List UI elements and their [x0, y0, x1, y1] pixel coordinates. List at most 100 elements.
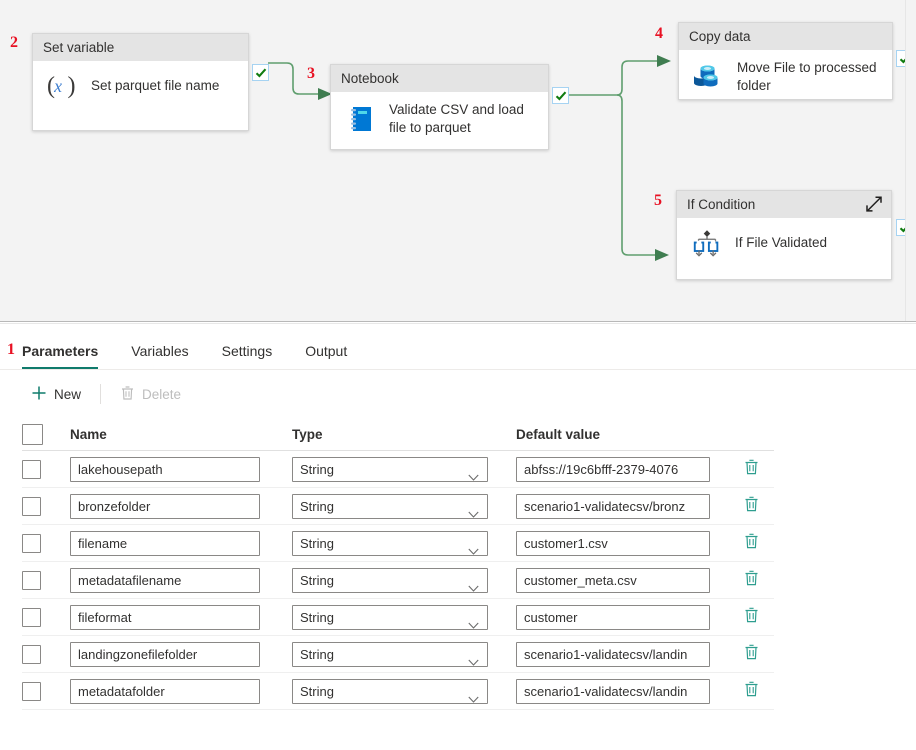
- set-variable-icon: ( x ): [47, 70, 79, 102]
- row-select-checkbox[interactable]: [22, 459, 41, 479]
- copy-data-icon: [693, 61, 725, 93]
- parameter-type-cell: String: [292, 604, 516, 630]
- parameter-delete-cell: [728, 458, 774, 481]
- select-all-checkbox[interactable]: [22, 423, 43, 445]
- table-row[interactable]: landingzonefilefolder String scenario1-v…: [22, 636, 774, 673]
- parameter-default-value-input[interactable]: customer: [516, 604, 710, 630]
- parameter-default-value-cell: customer1.csv: [516, 530, 728, 556]
- parameter-default-value-input[interactable]: scenario1-validatecsv/bronz: [516, 493, 710, 519]
- parameter-name-input[interactable]: landingzonefilefolder: [70, 641, 260, 667]
- node-type-label: Notebook: [341, 71, 399, 86]
- tab-output[interactable]: Output: [305, 343, 347, 369]
- if-condition-icon: [691, 227, 723, 259]
- expand-diagonal-icon[interactable]: [865, 195, 883, 213]
- table-row[interactable]: lakehousepath String abfss://19c6bfff-23…: [22, 451, 774, 488]
- node-body-copy-data: Move File to processed folder: [679, 50, 892, 104]
- row-select-checkbox[interactable]: [22, 496, 41, 516]
- parameter-delete-cell: [728, 495, 774, 518]
- row-select-cell: [22, 644, 70, 664]
- node-activity-label: Validate CSV and load file to parquet: [389, 102, 524, 135]
- step-marker-5: 5: [654, 192, 662, 209]
- activity-node-copy-data[interactable]: Copy data Move File to processed folder: [678, 22, 893, 100]
- tab-bar: 1 Parameters Variables Settings Output: [0, 325, 916, 370]
- new-parameter-label: New: [54, 386, 82, 402]
- delete-parameter-button[interactable]: Delete: [111, 380, 190, 409]
- parameter-name-input[interactable]: fileformat: [70, 604, 260, 630]
- row-select-checkbox[interactable]: [22, 570, 41, 590]
- tab-parameters[interactable]: Parameters: [22, 343, 99, 369]
- parameter-type-value: String: [300, 572, 334, 588]
- parameter-default-value-input[interactable]: customer_meta.csv: [516, 567, 710, 593]
- tab-variables[interactable]: Variables: [131, 343, 188, 369]
- parameter-delete-cell: [728, 606, 774, 629]
- parameter-default-value-input[interactable]: abfss://19c6bfff-2379-4076: [516, 456, 710, 482]
- parameter-name-cell: lakehousepath: [70, 456, 292, 482]
- trash-icon[interactable]: [743, 532, 760, 555]
- parameter-name-input[interactable]: lakehousepath: [70, 456, 260, 482]
- parameter-type-select[interactable]: String: [292, 493, 488, 519]
- svg-text:): ): [67, 73, 75, 99]
- row-select-checkbox[interactable]: [22, 607, 41, 627]
- table-row[interactable]: metadatafilename String customer_meta.cs…: [22, 562, 774, 599]
- node-header-notebook: Notebook: [331, 65, 548, 92]
- trash-icon[interactable]: [743, 680, 760, 703]
- parameter-type-value: String: [300, 609, 334, 625]
- row-select-checkbox[interactable]: [22, 681, 41, 701]
- table-row[interactable]: metadatafolder String scenario1-validate…: [22, 673, 774, 710]
- chevron-down-icon: [468, 688, 479, 711]
- parameter-name-cell: bronzefolder: [70, 493, 292, 519]
- properties-panel: 1 Parameters Variables Settings Output N…: [0, 325, 916, 750]
- step-marker-2: 2: [10, 34, 18, 51]
- row-select-cell: [22, 681, 70, 701]
- tab-settings[interactable]: Settings: [222, 343, 273, 369]
- parameter-name-input[interactable]: metadatafilename: [70, 567, 260, 593]
- select-all-cell: [22, 423, 70, 445]
- parameter-default-value-input[interactable]: scenario1-validatecsv/landin: [516, 641, 710, 667]
- activity-node-set-variable[interactable]: Set variable ( x ) Set parquet file name: [32, 33, 249, 131]
- trash-icon: [120, 385, 135, 404]
- trash-icon[interactable]: [743, 495, 760, 518]
- parameter-type-select[interactable]: String: [292, 456, 488, 482]
- row-select-cell: [22, 607, 70, 627]
- trash-icon[interactable]: [743, 458, 760, 481]
- chevron-down-icon: [468, 651, 479, 674]
- parameter-type-cell: String: [292, 641, 516, 667]
- parameter-delete-cell: [728, 680, 774, 703]
- table-row[interactable]: filename String customer1.csv: [22, 525, 774, 562]
- activity-node-if-condition[interactable]: If Condition If File Validated: [676, 190, 892, 280]
- status-badge-set-variable: [252, 64, 269, 81]
- row-select-checkbox[interactable]: [22, 644, 41, 664]
- parameter-type-select[interactable]: String: [292, 604, 488, 630]
- column-header-default-value: Default value: [516, 426, 601, 442]
- parameter-default-value-cell: abfss://19c6bfff-2379-4076: [516, 456, 728, 482]
- chevron-down-icon: [468, 614, 479, 637]
- parameter-type-select[interactable]: String: [292, 567, 488, 593]
- trash-icon[interactable]: [743, 569, 760, 592]
- parameter-delete-cell: [728, 569, 774, 592]
- trash-icon[interactable]: [743, 643, 760, 666]
- row-select-checkbox[interactable]: [22, 533, 41, 553]
- parameter-name-input[interactable]: bronzefolder: [70, 493, 260, 519]
- parameter-type-select[interactable]: String: [292, 530, 488, 556]
- parameter-default-value-input[interactable]: customer1.csv: [516, 530, 710, 556]
- table-row[interactable]: bronzefolder String scenario1-validatecs…: [22, 488, 774, 525]
- pipeline-canvas[interactable]: 2 Set variable ( x ) Set parquet file na…: [0, 0, 916, 321]
- canvas-vertical-scrollbar[interactable]: [905, 0, 916, 321]
- parameter-delete-cell: [728, 643, 774, 666]
- panel-splitter[interactable]: [0, 321, 916, 324]
- parameter-default-value-input[interactable]: scenario1-validatecsv/landin: [516, 678, 710, 704]
- parameter-type-select[interactable]: String: [292, 641, 488, 667]
- parameter-type-value: String: [300, 461, 334, 477]
- parameter-type-cell: String: [292, 493, 516, 519]
- parameter-type-select[interactable]: String: [292, 678, 488, 704]
- column-header-name: Name: [70, 426, 107, 442]
- parameter-name-input[interactable]: filename: [70, 530, 260, 556]
- new-parameter-button[interactable]: New: [22, 380, 90, 409]
- parameter-name-input[interactable]: metadatafolder: [70, 678, 260, 704]
- activity-node-notebook[interactable]: Notebook Validate CSV and load file to p…: [330, 64, 549, 150]
- node-activity-label: Move File to processed folder: [737, 60, 877, 93]
- table-row[interactable]: fileformat String customer: [22, 599, 774, 636]
- trash-icon[interactable]: [743, 606, 760, 629]
- parameter-type-cell: String: [292, 567, 516, 593]
- column-header-type: Type: [292, 426, 323, 442]
